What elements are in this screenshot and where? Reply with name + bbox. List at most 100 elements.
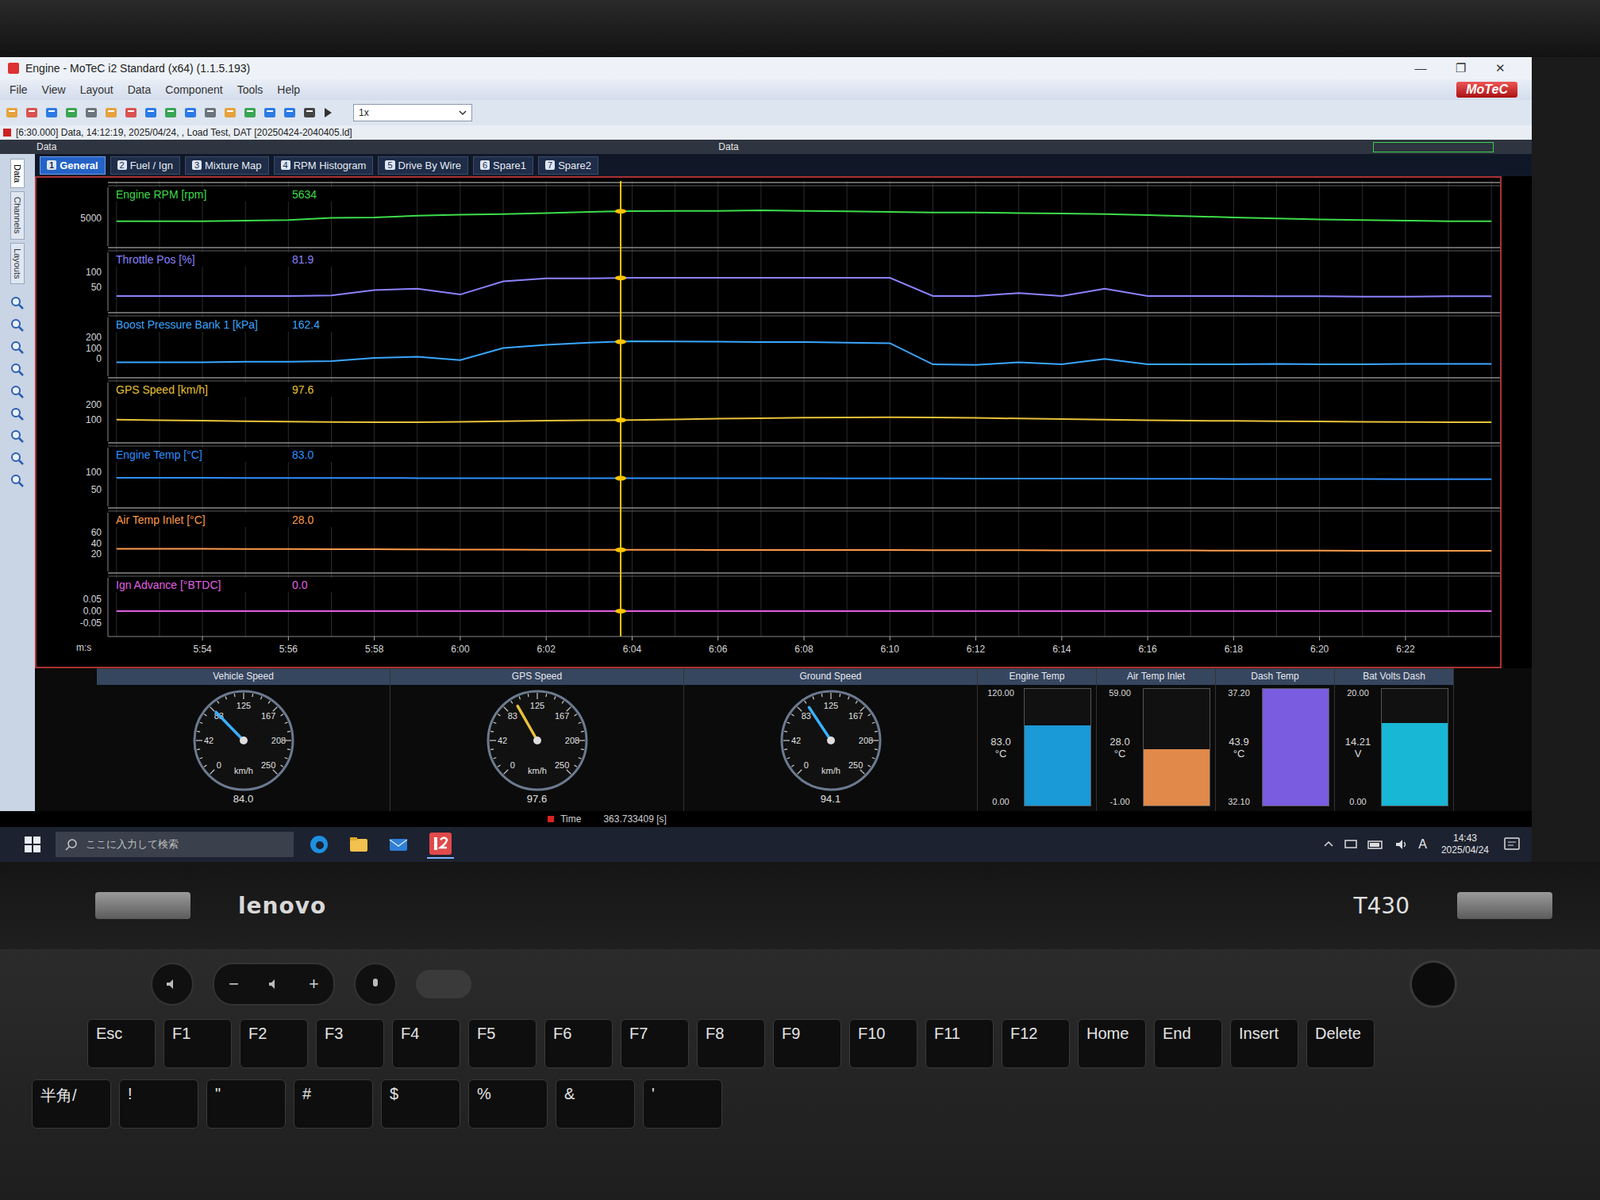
menu-item[interactable]: View xyxy=(42,83,66,97)
menu-item[interactable]: Component xyxy=(165,83,223,97)
toolbar-icon[interactable] xyxy=(262,105,277,120)
key[interactable]: F8 xyxy=(696,1019,766,1069)
key[interactable]: F3 xyxy=(315,1019,385,1069)
key[interactable]: F6 xyxy=(544,1019,613,1069)
volume-icon[interactable] xyxy=(1394,838,1409,851)
toolbar-icon[interactable] xyxy=(242,105,258,120)
menu-item[interactable]: File xyxy=(9,83,28,97)
key[interactable]: F5 xyxy=(468,1019,537,1069)
thinkvantage-button[interactable] xyxy=(415,969,472,999)
cursor-line[interactable] xyxy=(619,180,622,637)
key[interactable]: ' xyxy=(642,1079,723,1129)
mic-mute-button[interactable] xyxy=(353,962,397,1006)
windows-start-icon[interactable] xyxy=(23,835,42,854)
toolbar-icon[interactable] xyxy=(24,105,39,120)
toolbar-icon[interactable] xyxy=(44,105,59,120)
side-tab[interactable]: Channels xyxy=(10,191,25,239)
zoom-tool-icon[interactable] xyxy=(9,295,26,312)
worksheet-tab[interactable]: 1General xyxy=(39,156,106,175)
key[interactable]: F1 xyxy=(163,1019,232,1069)
key[interactable]: F7 xyxy=(620,1019,689,1069)
mail-icon[interactable] xyxy=(387,833,410,856)
menu-item[interactable]: Help xyxy=(276,83,300,97)
worksheet-tab[interactable]: 4RPM Histogram xyxy=(273,156,374,175)
mute-button[interactable] xyxy=(150,962,194,1006)
time-chart[interactable]: 5000Engine RPM [rpm]563410050Throttle Po… xyxy=(34,176,1532,669)
menu-item[interactable]: Layout xyxy=(80,83,114,97)
zoom-tool-icon[interactable] xyxy=(9,339,26,356)
toolbar-icon[interactable] xyxy=(123,105,139,120)
toolbar-icon[interactable] xyxy=(4,105,20,120)
zoom-tool-icon[interactable] xyxy=(9,450,26,467)
volume-down[interactable]: − xyxy=(228,973,239,995)
overview-bar[interactable] xyxy=(1373,142,1494,153)
dial-needle xyxy=(808,707,831,741)
dial-tick xyxy=(855,700,858,704)
toolbar-icon[interactable] xyxy=(84,105,99,120)
battery-icon[interactable] xyxy=(1367,838,1385,851)
window-control-button[interactable]: ❐ xyxy=(1452,61,1469,76)
window-control-button[interactable]: — xyxy=(1412,61,1429,76)
toolbar-icon[interactable] xyxy=(203,105,218,120)
key[interactable]: F9 xyxy=(773,1019,842,1069)
taskbar-search[interactable]: ここに入力して検索 xyxy=(55,831,294,858)
window-control-button[interactable]: ✕ xyxy=(1492,61,1508,76)
volume-up[interactable]: + xyxy=(308,973,320,995)
toolbar-icon[interactable] xyxy=(64,105,79,120)
worksheet-tab[interactable]: 3Mixture Map xyxy=(184,156,270,175)
side-tab[interactable]: Layouts xyxy=(10,242,25,285)
toolbar-icon[interactable] xyxy=(223,105,238,120)
zoom-tool-icon[interactable] xyxy=(9,317,26,334)
worksheet-tab[interactable]: 6Spare1 xyxy=(473,156,534,175)
toolbar-icon[interactable] xyxy=(143,105,158,120)
worksheet-tab[interactable]: 7Spare2 xyxy=(538,156,599,175)
key[interactable]: $ xyxy=(380,1079,461,1129)
menu-item[interactable]: Data xyxy=(127,83,152,97)
dial-tick xyxy=(791,765,794,767)
volume-buttons[interactable]: −+ xyxy=(212,962,335,1006)
zoom-select[interactable]: 1x xyxy=(353,103,473,122)
key[interactable]: # xyxy=(293,1079,374,1129)
edge-icon[interactable] xyxy=(307,833,331,856)
key[interactable]: Esc xyxy=(87,1019,156,1069)
toolbar-icon[interactable] xyxy=(183,105,198,120)
key[interactable]: End xyxy=(1153,1019,1223,1069)
side-tab[interactable]: Data xyxy=(10,158,25,189)
zoom-tool-icon[interactable] xyxy=(9,361,26,378)
key[interactable]: F11 xyxy=(925,1019,994,1069)
motec-i2-app-icon[interactable] xyxy=(426,830,454,859)
zoom-tool-icon[interactable] xyxy=(9,406,26,423)
worksheet-tab[interactable]: 5Drive By Wire xyxy=(377,156,469,175)
tray-expand-icon[interactable] xyxy=(1323,838,1335,850)
key[interactable]: F12 xyxy=(1001,1019,1070,1069)
key[interactable]: F2 xyxy=(239,1019,308,1069)
zoom-tool-icon[interactable] xyxy=(9,384,26,400)
zoom-tool-icon[interactable] xyxy=(9,473,26,489)
toolbar-icon[interactable] xyxy=(302,105,317,120)
key[interactable]: " xyxy=(206,1079,286,1129)
ime-indicator[interactable]: A xyxy=(1418,837,1427,852)
key[interactable]: Delete xyxy=(1306,1019,1375,1069)
power-button[interactable] xyxy=(1409,960,1458,1008)
handle-shape xyxy=(19,460,24,465)
key[interactable]: & xyxy=(555,1079,635,1129)
play-icon[interactable] xyxy=(322,105,334,120)
key[interactable]: ! xyxy=(119,1079,199,1129)
key[interactable]: Home xyxy=(1077,1019,1147,1069)
toolbar-icon[interactable] xyxy=(103,105,119,120)
notification-icon[interactable] xyxy=(1503,835,1521,854)
worksheet-tab[interactable]: 2Fuel / Ign xyxy=(110,156,181,175)
network-icon[interactable] xyxy=(1343,838,1358,851)
menu-item[interactable]: Tools xyxy=(237,83,264,97)
toolbar-icon-body xyxy=(26,107,38,118)
key[interactable]: % xyxy=(468,1079,548,1129)
key[interactable]: F4 xyxy=(392,1019,461,1069)
zoom-tool-icon[interactable] xyxy=(9,428,26,445)
key[interactable]: F10 xyxy=(849,1019,918,1069)
key[interactable]: 半角/ xyxy=(31,1079,112,1129)
toolbar-icon[interactable] xyxy=(163,105,178,120)
folder-icon[interactable] xyxy=(347,833,370,856)
key[interactable]: Insert xyxy=(1230,1019,1299,1069)
toolbar-icon[interactable] xyxy=(282,105,297,120)
clock[interactable]: 14:432025/04/24 xyxy=(1436,832,1494,857)
